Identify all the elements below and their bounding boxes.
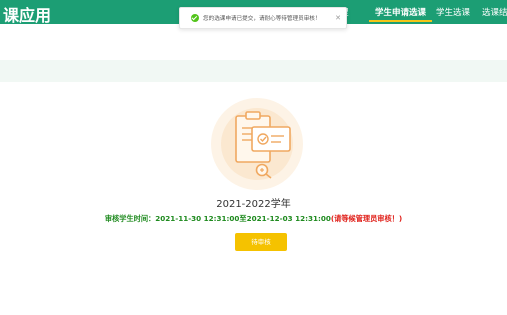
nav-item-student-select[interactable]: 学生选课: [436, 6, 470, 18]
review-note: (请等候管理员审核！): [330, 214, 403, 223]
review-time-line: 审核学生时间：2021-11-30 12:31:00至2021-12-03 12…: [0, 214, 507, 224]
success-toast: 您的选课申请已提交，请耐心等待管理员审核！ ✕: [179, 7, 347, 29]
nav-item-student-apply[interactable]: 学生申请选课: [368, 6, 433, 22]
nav-item-select-result[interactable]: 选课结: [482, 6, 507, 18]
review-time-label: 审核学生时间：: [104, 214, 156, 223]
academic-year-title: 2021-2022学年: [216, 199, 291, 210]
pending-review-button[interactable]: 待审核: [235, 233, 287, 251]
clipboard-illustration-icon: [211, 98, 303, 190]
info-strip: [0, 60, 507, 82]
review-time-range: 2021-11-30 12:31:00至2021-12-03 12:31:00: [155, 214, 331, 223]
success-check-icon: [191, 14, 199, 22]
app-title: 课应用: [3, 6, 52, 25]
toast-message: 您的选课申请已提交，请耐心等待管理员审核！: [203, 16, 321, 22]
close-icon[interactable]: ✕: [335, 14, 341, 22]
